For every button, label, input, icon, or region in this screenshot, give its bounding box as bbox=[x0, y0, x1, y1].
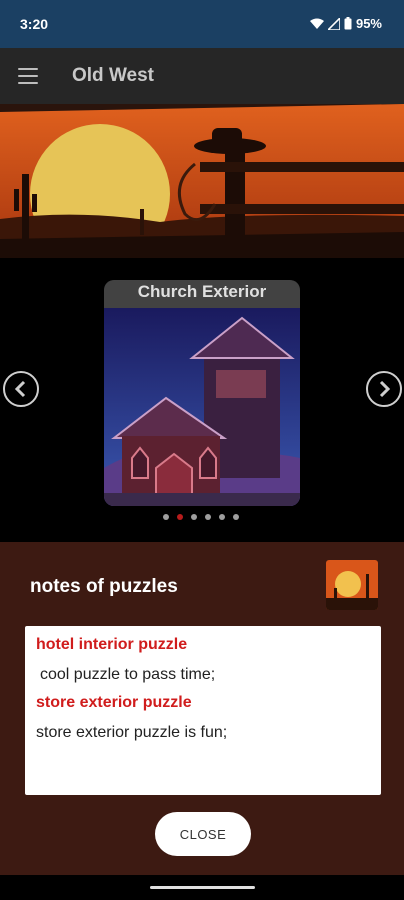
app-bar: Old West bbox=[0, 48, 404, 104]
note-title: hotel interior puzzle bbox=[36, 636, 188, 653]
carousel-dot-active[interactable] bbox=[177, 514, 183, 520]
signal-icon bbox=[327, 17, 340, 30]
note-title: store exterior puzzle bbox=[36, 694, 192, 711]
next-button[interactable] bbox=[366, 371, 402, 407]
gesture-bar bbox=[0, 875, 404, 900]
chevron-right-icon bbox=[379, 380, 391, 398]
note-body: cool puzzle to pass time; bbox=[40, 666, 216, 683]
close-button[interactable]: CLOSE bbox=[155, 812, 251, 856]
battery-icon bbox=[344, 17, 352, 30]
notes-box: hotel interior puzzle cool puzzle to pas… bbox=[25, 626, 381, 795]
previous-button[interactable] bbox=[3, 371, 39, 407]
dialog-title: notes of puzzles bbox=[30, 576, 178, 597]
chevron-left-icon bbox=[14, 380, 26, 398]
app-title: Old West bbox=[72, 65, 154, 86]
carousel-dot[interactable] bbox=[205, 514, 211, 520]
status-bar: 3:20 95% bbox=[0, 0, 404, 48]
carousel-dots bbox=[0, 514, 404, 524]
carousel-dot[interactable] bbox=[191, 514, 197, 520]
status-icons: 95% bbox=[309, 16, 382, 31]
carousel-dot[interactable] bbox=[163, 514, 169, 520]
home-indicator[interactable] bbox=[150, 886, 255, 889]
note-body: store exterior puzzle is fun; bbox=[36, 724, 228, 741]
carousel-dot[interactable] bbox=[219, 514, 225, 520]
banner-image bbox=[0, 104, 404, 258]
church-exterior-image bbox=[104, 308, 300, 506]
sunset-thumbnail bbox=[326, 560, 378, 610]
puzzle-card[interactable]: Church Exterior bbox=[104, 280, 300, 506]
menu-icon[interactable] bbox=[18, 68, 38, 84]
notes-dialog: notes of puzzles hotel interior puzzle c… bbox=[0, 542, 404, 875]
battery-percent: 95% bbox=[355, 16, 382, 31]
carousel-dot[interactable] bbox=[233, 514, 239, 520]
wifi-icon bbox=[309, 18, 324, 29]
status-time: 3:20 bbox=[20, 16, 49, 32]
puzzle-card-title: Church Exterior bbox=[104, 280, 300, 308]
